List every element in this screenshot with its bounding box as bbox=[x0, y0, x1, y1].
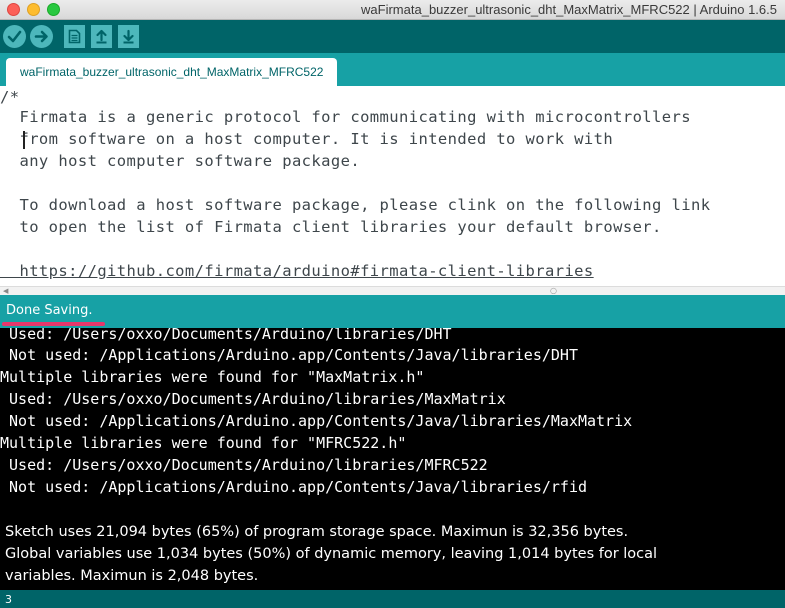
tab-strip: waFirmata_buzzer_ultrasonic_dht_MaxMatri… bbox=[0, 53, 785, 86]
close-window-button[interactable] bbox=[7, 3, 20, 16]
maximize-window-button[interactable] bbox=[47, 3, 60, 16]
console-line: Multiple libraries were found for "MaxMa… bbox=[0, 368, 425, 386]
text-caret bbox=[23, 131, 25, 149]
scroll-thumb-icon[interactable]: ○ bbox=[550, 286, 557, 295]
check-icon bbox=[7, 30, 22, 43]
console-line: Used: /Users/oxxo/Documents/Arduino/libr… bbox=[0, 328, 452, 343]
verify-button[interactable] bbox=[3, 25, 26, 48]
open-sketch-button[interactable] bbox=[91, 25, 112, 48]
compile-message: Global variables use 1,034 bytes (50%) o… bbox=[5, 546, 658, 562]
code-line: /* bbox=[0, 88, 20, 106]
status-highlight-underline bbox=[2, 322, 105, 326]
code-line: to open the list of Firmata client libra… bbox=[0, 218, 662, 236]
new-sketch-button[interactable] bbox=[64, 25, 85, 48]
code-line: from software on a host computer. It is … bbox=[0, 130, 614, 148]
window-title: waFirmata_buzzer_ultrasonic_dht_MaxMatri… bbox=[361, 2, 777, 17]
arrow-down-icon bbox=[123, 29, 134, 44]
scroll-left-arrow-icon[interactable]: ◀ bbox=[3, 287, 8, 295]
status-bar: Done Saving. bbox=[0, 295, 785, 328]
arrow-up-icon bbox=[96, 29, 107, 44]
console-line: Used: /Users/oxxo/Documents/Arduino/libr… bbox=[0, 456, 488, 474]
code-line: Firmata is a generic protocol for commun… bbox=[0, 108, 691, 126]
title-bar: waFirmata_buzzer_ultrasonic_dht_MaxMatri… bbox=[0, 0, 785, 20]
line-number: 3 bbox=[5, 593, 12, 606]
console-line: Not used: /Applications/Arduino.app/Cont… bbox=[0, 478, 587, 496]
line-number-bar: 3 bbox=[0, 590, 785, 608]
console-line: Used: /Users/oxxo/Documents/Arduino/libr… bbox=[0, 390, 506, 408]
arrow-right-icon bbox=[34, 30, 48, 43]
code-line: any host computer software package. bbox=[0, 152, 361, 170]
compile-message: Sketch uses 21,094 bytes (65%) of progra… bbox=[5, 524, 629, 540]
toolbar bbox=[0, 20, 785, 53]
code-editor[interactable]: /* Firmata is a generic protocol for com… bbox=[0, 86, 785, 288]
compile-message: variables. Maximun is 2,048 bytes. bbox=[5, 568, 259, 584]
console-line: Not used: /Applications/Arduino.app/Cont… bbox=[0, 346, 578, 364]
code-line: To download a host software package, ple… bbox=[0, 196, 711, 214]
editor-horizontal-scrollbar[interactable]: ◀ ○ bbox=[0, 286, 785, 295]
status-message: Done Saving. bbox=[6, 303, 93, 318]
save-sketch-button[interactable] bbox=[118, 25, 139, 48]
upload-button[interactable] bbox=[30, 25, 53, 48]
minimize-window-button[interactable] bbox=[27, 3, 40, 16]
console-line: Multiple libraries were found for "MFRC5… bbox=[0, 434, 407, 452]
console-output[interactable]: Used: /Users/oxxo/Documents/Arduino/libr… bbox=[0, 328, 785, 590]
console-line: Not used: /Applications/Arduino.app/Cont… bbox=[0, 412, 633, 430]
tab-sketch[interactable]: waFirmata_buzzer_ultrasonic_dht_MaxMatri… bbox=[6, 58, 338, 86]
document-icon bbox=[68, 29, 81, 44]
firmata-libraries-link[interactable]: https://github.com/firmata/arduino#firma… bbox=[0, 260, 594, 282]
